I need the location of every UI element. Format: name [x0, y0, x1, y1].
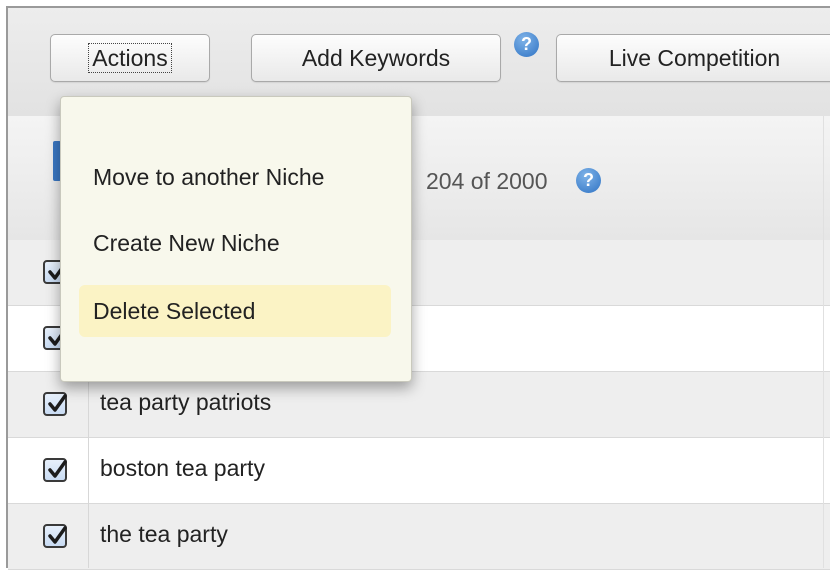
actions-button[interactable]: Actions — [50, 34, 210, 82]
live-competition-button-label: Live Competition — [608, 44, 781, 71]
add-keywords-button[interactable]: Add Keywords — [251, 34, 501, 82]
add-keywords-button-label: Add Keywords — [301, 44, 451, 71]
help-icon[interactable]: ? — [514, 32, 539, 57]
keywords-panel: Actions Add Keywords ? Live Competition … — [6, 6, 830, 570]
keyword-text: tea party patriots — [100, 389, 272, 415]
actions-button-label: Actions — [88, 43, 172, 73]
column-divider-right — [823, 116, 824, 568]
row-checkbox[interactable] — [43, 524, 67, 548]
keyword-text: boston tea party — [100, 455, 265, 481]
menu-item-create-new-niche[interactable]: Create New Niche — [79, 217, 391, 269]
table-row[interactable]: boston tea party — [8, 438, 830, 504]
row-checkbox[interactable] — [43, 458, 67, 482]
live-competition-button[interactable]: Live Competition — [556, 34, 830, 82]
table-row[interactable]: the tea party — [8, 504, 830, 570]
checkmark-icon — [48, 394, 67, 412]
checkmark-icon — [48, 460, 67, 478]
keyword-text: the tea party — [100, 521, 228, 547]
count-help-icon[interactable]: ? — [576, 168, 601, 193]
menu-item-move-to-another-niche[interactable]: Move to another Niche — [79, 151, 391, 203]
menu-item-delete-selected[interactable]: Delete Selected — [79, 285, 391, 337]
keyword-count: 204 of 2000 — [426, 168, 548, 194]
actions-dropdown-menu: Move to another Niche Create New Niche D… — [60, 96, 412, 382]
checkmark-icon — [48, 526, 67, 544]
row-checkbox[interactable] — [43, 392, 67, 416]
